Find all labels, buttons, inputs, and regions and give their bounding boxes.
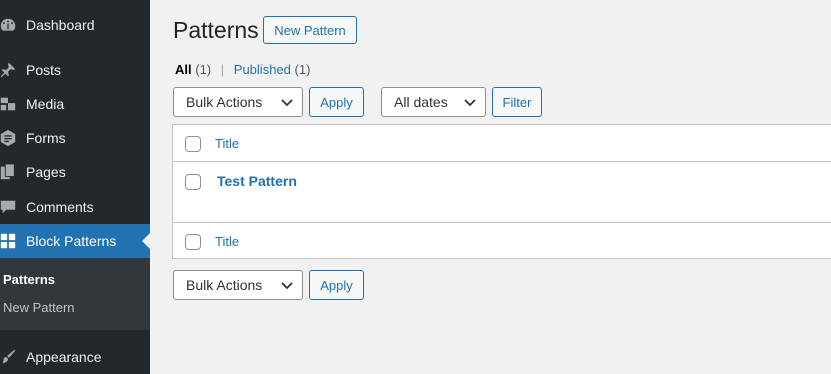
patterns-table: Title Test Pattern Title [172,124,831,259]
brush-icon [0,347,18,367]
sidebar-item-media[interactable]: Media [0,87,150,121]
sidebar-item-label: Pages [26,164,66,180]
select-all-checkbox-footer[interactable] [185,234,201,250]
header-divider [173,161,831,162]
sidebar-item-label: Media [26,96,65,112]
sidebar-item-comments[interactable]: Comments [0,190,150,224]
bulk-actions-select-top[interactable]: Bulk Actions [173,87,303,117]
sidebar-item-forms[interactable]: Forms [0,121,150,155]
sidebar-submenu: Patterns New Pattern [0,258,150,330]
pages-icon [0,162,18,182]
filter-button[interactable]: Filter [492,87,542,117]
bulk-actions-value: Bulk Actions [186,277,263,293]
sidebar-item-label: Dashboard [26,17,95,33]
chevron-down-icon [281,99,293,107]
submenu-item-new-pattern[interactable]: New Pattern [3,300,75,315]
filter-all-link[interactable]: All [175,62,192,77]
bulk-actions-value: Bulk Actions [186,94,263,110]
sidebar-item-label: Posts [26,62,62,78]
dates-value: All dates [394,94,448,110]
chevron-down-icon [464,99,476,107]
sidebar-item-label: Forms [26,130,66,146]
forms-icon [0,128,18,148]
filter-separator: | [220,62,225,77]
grid-icon [0,231,18,251]
dashboard-icon [0,15,18,35]
page-title: Patterns [173,17,259,43]
sidebar-item-label: Block Patterns [26,233,117,249]
dates-select[interactable]: All dates [381,87,486,117]
comment-icon [0,197,18,217]
column-title-footer[interactable]: Title [215,234,239,249]
new-pattern-button[interactable]: New Pattern [263,16,357,44]
select-all-checkbox-header[interactable] [185,136,201,152]
submenu-item-patterns[interactable]: Patterns [3,272,55,287]
filter-published-count: (1) [294,62,311,77]
pin-icon [0,60,18,80]
sidebar-item-pages[interactable]: Pages [0,155,150,189]
sidebar-item-posts[interactable]: Posts [0,53,150,87]
admin-sidebar: Dashboard Posts Media Forms Pages Commen… [0,0,150,374]
sidebar-item-appearance[interactable]: Appearance [0,340,150,374]
filter-published-link[interactable]: Published [234,62,291,77]
sidebar-item-label: Comments [26,199,94,215]
row-checkbox[interactable] [185,174,201,190]
sidebar-item-block-patterns[interactable]: Block Patterns [0,224,150,258]
status-filters: All (1) | Published (1) [175,62,310,77]
chevron-down-icon [281,282,293,290]
media-icon [0,94,18,114]
apply-button-bottom[interactable]: Apply [309,270,364,300]
sidebar-item-label: Appearance [26,349,102,365]
footer-divider [173,222,831,223]
filter-all-count: (1) [195,62,212,77]
sidebar-item-dashboard[interactable]: Dashboard [0,8,150,42]
row-title-link[interactable]: Test Pattern [217,173,297,189]
column-title-header[interactable]: Title [215,136,239,151]
apply-button-top[interactable]: Apply [309,87,364,117]
bulk-actions-select-bottom[interactable]: Bulk Actions [173,270,303,300]
